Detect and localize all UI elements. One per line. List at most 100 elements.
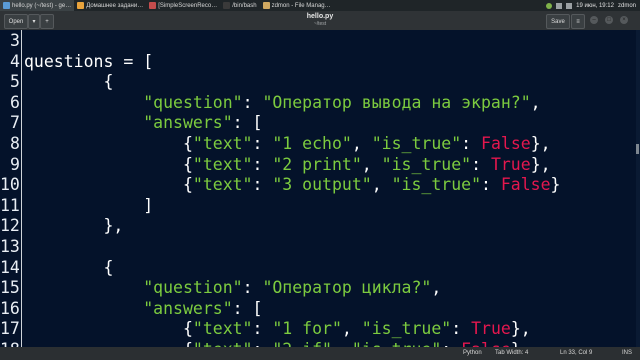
insert-mode-indicator: INS <box>622 350 633 356</box>
code-token: : <box>253 340 273 347</box>
string-token: "text" <box>192 154 253 174</box>
hamburger-menu-icon: ≡ <box>576 18 580 25</box>
scrollbar-thumb[interactable] <box>636 144 639 154</box>
line-number: 16 <box>0 298 20 318</box>
line-number: 4 <box>9 51 20 71</box>
code-line: "question": "Оператор цикла?", <box>22 278 560 299</box>
menu-button[interactable]: ≡ <box>571 14 585 29</box>
save-button[interactable]: Save <box>546 14 570 29</box>
code-line: { <box>22 258 560 279</box>
code-token: : <box>481 175 501 195</box>
line-number: 10 <box>0 175 20 195</box>
code-token: { <box>24 175 193 195</box>
battery-icon[interactable] <box>566 2 573 9</box>
browser-app-icon <box>77 2 85 9</box>
editor-headerbar: Open ▾ + hello.py ~/test Save ≡ – □ × <box>0 11 640 30</box>
task-item-gedit[interactable]: hello.py (~/test) - ge… <box>0 0 75 11</box>
code-token: : [ <box>232 113 263 133</box>
recorder-app-icon <box>149 2 157 9</box>
code-token: : <box>252 175 273 195</box>
clock[interactable]: 19 июн, 19:12 <box>576 3 614 9</box>
code-line: questions = [ <box>22 52 560 73</box>
code-line: { <box>22 72 560 93</box>
code-line: {"text": "1 echo", "is_true": False}, <box>22 134 560 155</box>
line-number: 7 <box>9 113 20 133</box>
code-token: , <box>332 340 352 347</box>
folder-app-icon <box>262 2 270 9</box>
code-token: }, <box>530 154 551 174</box>
code-token: : [ <box>232 298 263 318</box>
string-token: "2 print" <box>272 154 362 174</box>
code-token: : <box>242 278 263 298</box>
code-token: : <box>441 340 461 347</box>
task-label: hello.py (~/test) - ge… <box>12 2 72 9</box>
code-token: { <box>24 340 193 347</box>
line-number: 17 <box>0 319 20 339</box>
code-token: : <box>252 133 273 153</box>
keyword-token: False <box>461 340 511 347</box>
task-label: [SimpleScreenReco… <box>158 2 218 9</box>
keyword-token: True <box>490 154 531 174</box>
line-number: 15 <box>0 278 20 298</box>
window-title: hello.py <box>306 13 334 20</box>
line-number: 6 <box>9 92 20 112</box>
string-token: "answers" <box>143 113 233 133</box>
line-number: 5 <box>9 72 20 92</box>
code-line: {"text": "2 if", "is_true": False}, <box>22 340 560 347</box>
language-selector[interactable]: Python <box>463 350 482 356</box>
code-line: "answers": [ <box>22 113 560 134</box>
string-token: "is_true" <box>391 175 481 195</box>
code-token: { <box>24 72 114 92</box>
code-token: { <box>24 257 114 277</box>
keyword-token: True <box>471 319 511 339</box>
code-token: : <box>242 92 263 112</box>
code-token: }, <box>511 340 531 347</box>
string-token: "1 echo" <box>272 133 352 153</box>
task-label: Домашнее задани… <box>86 2 144 9</box>
code-token: , <box>361 154 382 174</box>
line-number-gutter: 3456789101112131415161718 <box>0 30 22 347</box>
code-token: : <box>461 133 482 153</box>
volume-icon[interactable] <box>556 2 563 9</box>
keyword-token: False <box>481 133 531 153</box>
string-token: "is_true" <box>361 319 452 339</box>
close-button[interactable]: × <box>620 16 628 24</box>
vertical-scrollbar[interactable] <box>636 30 640 347</box>
string-token: "text" <box>192 319 253 339</box>
code-line: "question": "Оператор вывода на экран?", <box>22 93 560 114</box>
code-token: { <box>24 319 193 339</box>
string-token: "Оператор цикла?" <box>262 278 432 298</box>
string-token: "answers" <box>143 298 233 318</box>
code-editor[interactable]: questions = [ { "question": "Оператор вы… <box>22 30 634 347</box>
user-menu[interactable]: zdmon <box>618 3 636 9</box>
code-token: , <box>351 133 372 153</box>
code-token: , <box>431 278 442 298</box>
string-token: "3 output" <box>272 175 372 195</box>
code-token: : <box>252 154 273 174</box>
line-number: 11 <box>0 195 20 215</box>
code-token: , <box>341 319 362 339</box>
code-token: }, <box>510 319 531 339</box>
network-icon[interactable] <box>546 2 553 9</box>
gedit-app-icon <box>3 2 10 9</box>
tab-width-selector[interactable]: Tab Width: 4 <box>495 350 528 356</box>
task-item-browser[interactable]: Домашнее задани… <box>74 0 146 11</box>
maximize-button[interactable]: □ <box>605 16 613 24</box>
task-item-file-manager[interactable]: zdmon - File Manag… <box>260 0 334 11</box>
minimize-icon: – <box>592 17 596 23</box>
task-item-screen-recorder[interactable]: [SimpleScreenReco… <box>146 0 220 11</box>
code-line: "answers": [ <box>22 299 560 320</box>
cursor-position: Ln 33, Col 9 <box>560 350 593 356</box>
code-token: questions = [ <box>24 51 154 71</box>
close-icon: × <box>622 17 626 23</box>
task-label: zdmon - File Manag… <box>271 2 331 9</box>
status-bar: Python Tab Width: 4 Ln 33, Col 9 INS <box>0 347 640 360</box>
minimize-button[interactable]: – <box>590 16 598 24</box>
string-token: "is_true" <box>371 133 462 153</box>
task-item-terminal[interactable]: /bin/bash <box>220 0 259 11</box>
